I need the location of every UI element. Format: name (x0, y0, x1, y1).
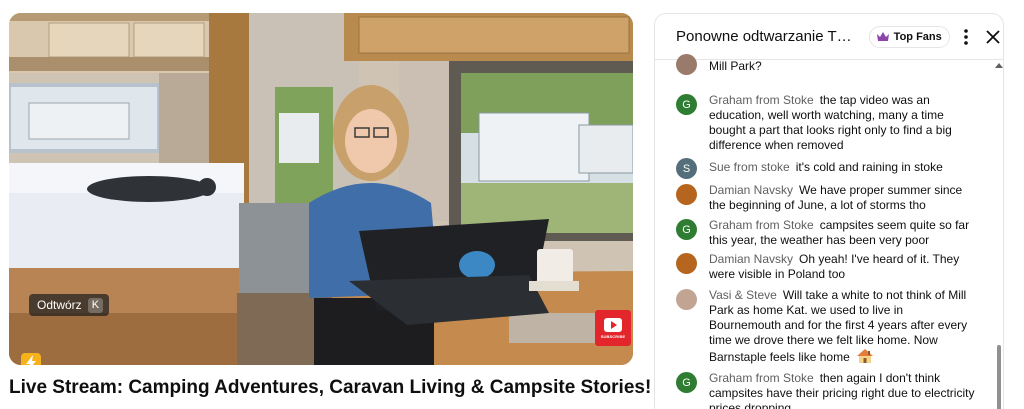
chat-title[interactable]: Ponowne odtwarzanie T… (676, 28, 852, 45)
play-shortcut-hint[interactable]: Odtwórz K (29, 294, 110, 316)
play-logo-icon (604, 318, 622, 332)
avatar (676, 54, 697, 75)
avatar: G (676, 94, 697, 115)
chat-message[interactable]: Damian Navsky Oh yeah! I've heard of it. … (676, 252, 976, 282)
close-icon (986, 29, 1000, 44)
chat-message-body: Graham from Stoke then again I don't thin… (709, 371, 975, 409)
chat-scrollbar-thumb[interactable] (997, 345, 1001, 409)
chat-author[interactable]: Graham from Stoke (709, 218, 814, 232)
house-emoji-icon (857, 349, 874, 363)
chat-message[interactable]: S Sue from stoke it's cold and raining in… (676, 157, 976, 179)
play-hint-label: Odtwórz (37, 298, 82, 312)
chat-author[interactable]: Sue from stoke (709, 160, 790, 174)
video-player[interactable]: Odtwórz K SUBSCRIBE (9, 13, 633, 365)
chat-message[interactable]: Mill Park? (676, 53, 976, 75)
avatar: G (676, 219, 697, 240)
chat-author[interactable]: Damian Navsky (709, 183, 793, 197)
chat-message-body: Graham from Stoke campsites seem quite so… (709, 218, 975, 248)
chat-author[interactable]: Vasi & Steve (709, 288, 777, 302)
top-fans-label: Top Fans (893, 30, 942, 43)
chat-message-body: Damian Navsky We have proper summer since… (709, 183, 975, 213)
chat-author[interactable]: Graham from Stoke (709, 371, 814, 385)
play-key-badge: K (87, 297, 104, 313)
chat-message-list: Mill Park? G Graham from Stoke the tap vi… (655, 54, 991, 409)
chat-message[interactable]: G Graham from Stoke then again I don't th… (676, 371, 976, 409)
crown-icon (876, 31, 889, 41)
video-title: Live Stream: Camping Adventures, Caravan… (9, 377, 709, 399)
avatar (676, 253, 697, 274)
chat-message-body: Sue from stoke it's cold and raining in s… (709, 157, 975, 179)
scroll-up-icon[interactable] (995, 61, 1003, 71)
chat-message[interactable]: Vasi & Steve Will take a white to not thi… (676, 288, 976, 365)
chat-author[interactable]: Damian Navsky (709, 252, 793, 266)
live-chat-panel: Ponowne odtwarzanie T… Top Fans Mill Par… (654, 13, 1004, 409)
top-fans-button[interactable]: Top Fans (868, 25, 950, 48)
avatar: G (676, 372, 697, 393)
subscribe-label: SUBSCRIBE (600, 334, 626, 339)
chat-author[interactable]: Graham from Stoke (709, 93, 814, 107)
close-chat-button[interactable] (986, 27, 1000, 47)
chat-message[interactable]: G Graham from Stoke the tap video was an … (676, 93, 976, 153)
more-options-button[interactable] (963, 27, 968, 47)
avatar (676, 184, 697, 205)
chat-message-body: Mill Park? (709, 53, 975, 75)
avatar: S (676, 158, 697, 179)
sparkle-bolt-icon[interactable] (19, 351, 43, 365)
chat-message-body: Vasi & Steve Will take a white to not thi… (709, 288, 975, 365)
subscribe-watermark[interactable]: SUBSCRIBE (595, 310, 631, 346)
chat-message[interactable]: Damian Navsky We have proper summer since… (676, 183, 976, 213)
avatar (676, 289, 697, 310)
chat-message[interactable]: G Graham from Stoke campsites seem quite … (676, 218, 976, 248)
chat-message-body: Graham from Stoke the tap video was an ed… (709, 93, 975, 153)
chat-message-text: it's cold and raining in stoke (795, 160, 943, 174)
chat-message-body: Damian Navsky Oh yeah! I've heard of it. … (709, 252, 975, 282)
more-vert-icon (963, 28, 968, 45)
chat-message-text: Mill Park? (709, 59, 762, 73)
video-title-text: Live Stream: Camping Adventures, Caravan… (9, 377, 652, 398)
